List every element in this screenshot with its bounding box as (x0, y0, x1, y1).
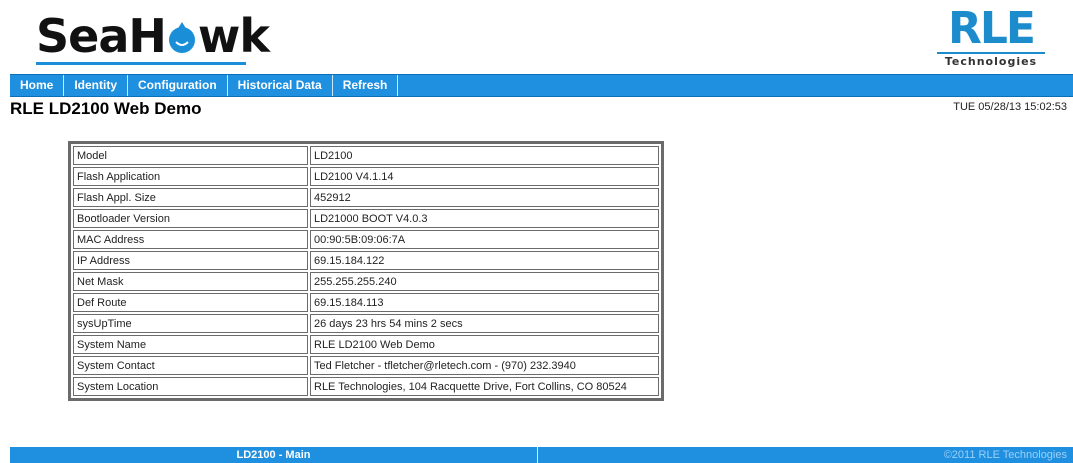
row-value: Ted Fletcher - tfletcher@rletech.com - (… (310, 356, 659, 375)
row-key: System Name (73, 335, 308, 354)
footer-bar: LD2100 - Main ©2011 RLE Technologies (10, 447, 1073, 463)
nav-bar: Home Identity Configuration Historical D… (10, 74, 1073, 97)
row-key: Net Mask (73, 272, 308, 291)
row-value: 00:90:5B:09:06:7A (310, 230, 659, 249)
row-value: 255.255.255.240 (310, 272, 659, 291)
row-value: LD2100 (310, 146, 659, 165)
table-row: MAC Address 00:90:5B:09:06:7A (73, 230, 659, 249)
row-value: 26 days 23 hrs 54 mins 2 secs (310, 314, 659, 333)
nav-refresh[interactable]: Refresh (333, 75, 399, 96)
datetime: TUE 05/28/13 15:02:53 (953, 101, 1067, 113)
row-key: Def Route (73, 293, 308, 312)
identity-table: Model LD2100 Flash Application LD2100 V4.1… (68, 141, 664, 401)
row-key: Flash Application (73, 167, 308, 186)
rle-logo-letters: RLE (948, 3, 1036, 54)
seahawk-logo-text-2: wk (197, 9, 270, 63)
nav-configuration[interactable]: Configuration (128, 75, 228, 96)
table-row: sysUpTime 26 days 23 hrs 54 mins 2 secs (73, 314, 659, 333)
row-key: Model (73, 146, 308, 165)
seahawk-logo-text-1: SeaH (36, 9, 167, 63)
seahawk-logo: SeaH wk (36, 8, 270, 64)
row-value: LD2100 V4.1.14 (310, 167, 659, 186)
table-row: Bootloader Version LD21000 BOOT V4.0.3 (73, 209, 659, 228)
nav-historical-data[interactable]: Historical Data (228, 75, 333, 96)
table-row: Def Route 69.15.184.113 (73, 293, 659, 312)
row-value: RLE LD2100 Web Demo (310, 335, 659, 354)
row-key: MAC Address (73, 230, 308, 249)
page-title: RLE LD2100 Web Demo (10, 99, 202, 118)
row-value: LD21000 BOOT V4.0.3 (310, 209, 659, 228)
rle-logo-subtitle: Technologies (937, 52, 1045, 68)
nav-home[interactable]: Home (10, 75, 65, 96)
table-row: Flash Application LD2100 V4.1.14 (73, 167, 659, 186)
row-key: System Location (73, 377, 308, 396)
row-key: Bootloader Version (73, 209, 308, 228)
table-row: Flash Appl. Size 452912 (73, 188, 659, 207)
row-key: IP Address (73, 251, 308, 270)
table-row: System Location RLE Technologies, 104 Rac… (73, 377, 659, 396)
row-value: RLE Technologies, 104 Racquette Drive, F… (310, 377, 659, 396)
row-value: 69.15.184.122 (310, 251, 659, 270)
seahawk-underline (36, 62, 246, 65)
table-row: Net Mask 255.255.255.240 (73, 272, 659, 291)
table-row: IP Address 69.15.184.122 (73, 251, 659, 270)
footer-page-label: LD2100 - Main (10, 447, 538, 463)
rle-technologies-logo: RLE Technologies (931, 3, 1051, 68)
table-row: Model LD2100 (73, 146, 659, 165)
row-key: sysUpTime (73, 314, 308, 333)
table-row: System Name RLE LD2100 Web Demo (73, 335, 659, 354)
row-key: Flash Appl. Size (73, 188, 308, 207)
row-value: 69.15.184.113 (310, 293, 659, 312)
water-drop-icon (167, 12, 197, 68)
table-row: System Contact Ted Fletcher - tfletcher@r… (73, 356, 659, 375)
footer-copyright: ©2011 RLE Technologies (943, 449, 1067, 461)
row-key: System Contact (73, 356, 308, 375)
nav-identity[interactable]: Identity (64, 75, 129, 96)
row-value: 452912 (310, 188, 659, 207)
